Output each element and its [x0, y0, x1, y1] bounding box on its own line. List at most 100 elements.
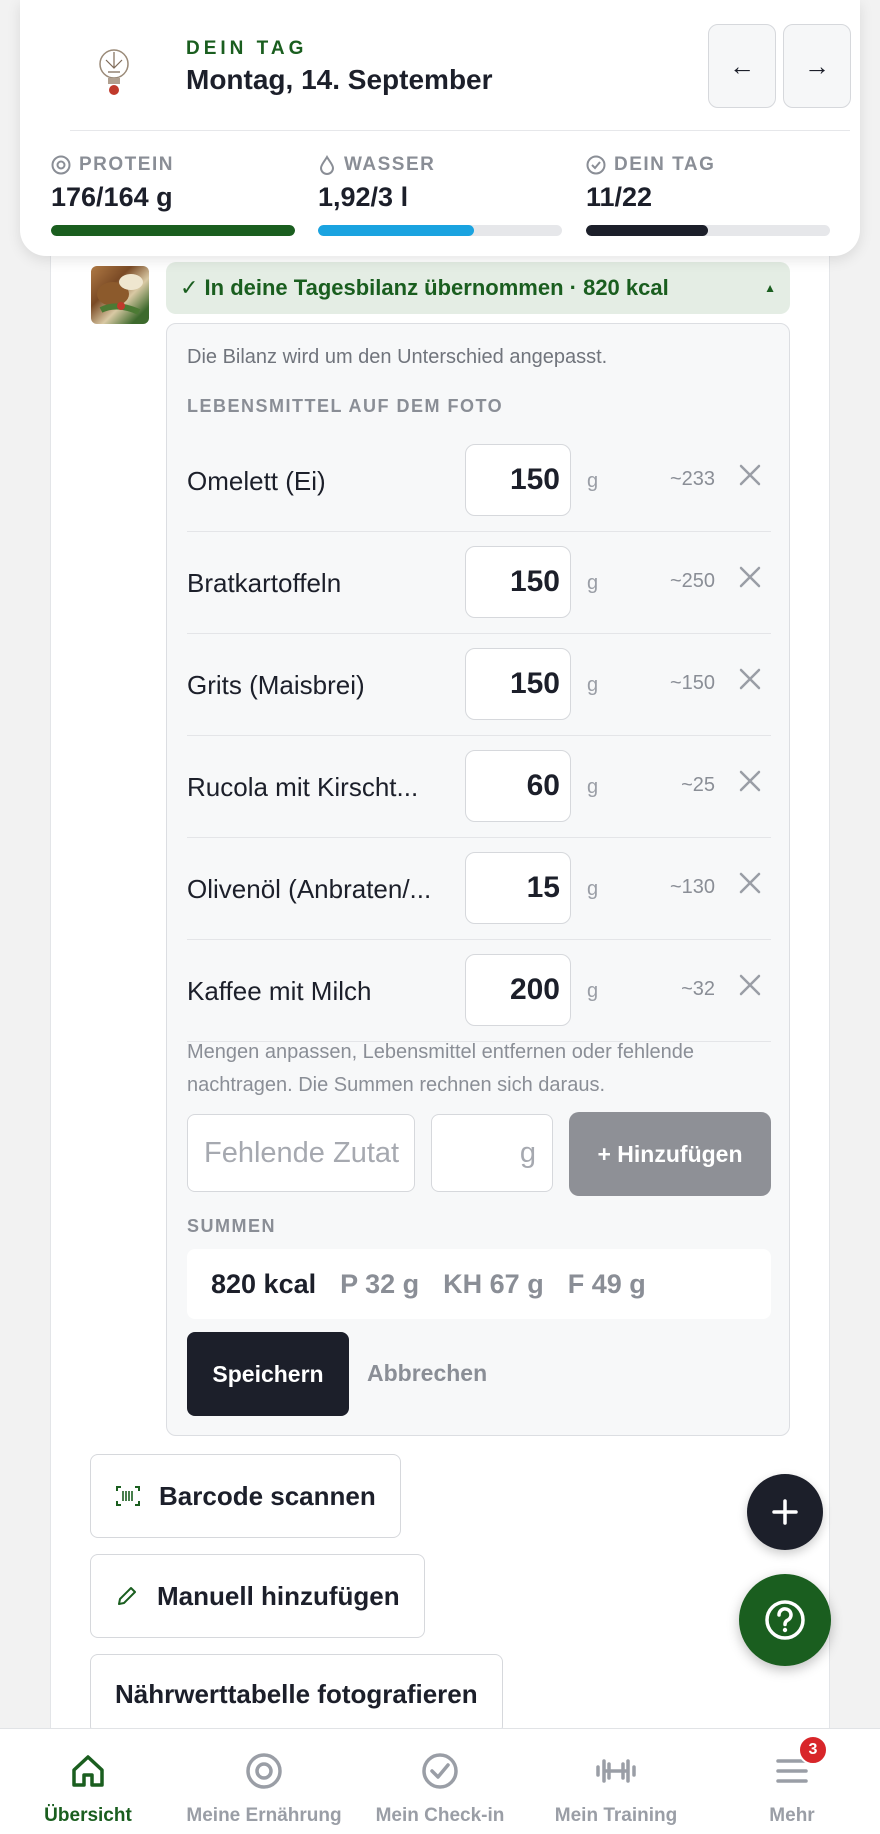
- food-unit: g: [587, 878, 599, 900]
- nutrition-label-photo-label: Nährwerttabelle fotografieren: [115, 1678, 478, 1709]
- nav-item-checkin[interactable]: Mein Check-in: [352, 1729, 528, 1834]
- day-label: DEIN TAG: [614, 154, 716, 175]
- accepted-banner[interactable]: ✓ In deine Tagesbilanz übernommen · 820 …: [166, 262, 790, 314]
- food-kcal: ~130: [669, 876, 715, 898]
- food-quantity-input[interactable]: 60: [465, 750, 571, 822]
- sums-section-label: SUMMEN: [187, 1216, 276, 1236]
- collapse-caret-icon: ▲: [764, 281, 776, 295]
- food-row: Rucola mit Kirscht... 60 g ~25: [187, 736, 771, 838]
- remove-food-button[interactable]: [735, 664, 765, 694]
- water-value: 1,92/3 l: [318, 182, 409, 212]
- food-unit: g: [587, 980, 599, 1002]
- remove-food-button[interactable]: [735, 970, 765, 1000]
- food-name: Olivenöl (Anbraten/...: [187, 874, 432, 904]
- food-quantity-input[interactable]: 150: [465, 648, 571, 720]
- food-kcal: ~25: [681, 774, 715, 796]
- check-circle-icon: [586, 155, 606, 175]
- food-name: Rucola mit Kirscht...: [187, 772, 419, 802]
- header-eyebrow: DEIN TAG: [186, 38, 308, 59]
- close-icon: [735, 872, 765, 902]
- save-button[interactable]: Speichern: [187, 1332, 349, 1416]
- sum-carbs: KH 67 g: [443, 1268, 544, 1299]
- food-row: Olivenöl (Anbraten/... 15 g ~130: [187, 838, 771, 940]
- protein-progress-bar: [51, 225, 295, 236]
- nav-label-more: Mehr: [769, 1805, 815, 1826]
- nav-label-checkin: Mein Check-in: [375, 1805, 505, 1826]
- protein-value: 176/164 g: [51, 182, 173, 212]
- nav-item-nutrition[interactable]: Meine Ernährung: [176, 1729, 352, 1834]
- current-date: Montag, 14. September: [186, 64, 493, 95]
- food-kcal: ~32: [681, 978, 715, 1000]
- water-label: WASSER: [344, 154, 436, 175]
- sum-kcal: 820 kcal: [211, 1268, 317, 1299]
- food-kcal: ~250: [669, 570, 715, 592]
- nav-item-training[interactable]: Mein Training: [528, 1729, 704, 1834]
- nutrition-label-photo-button[interactable]: Nährwerttabelle fotografieren: [90, 1654, 503, 1734]
- food-quantity-input[interactable]: 150: [465, 546, 571, 618]
- nav-label-training: Mein Training: [554, 1805, 678, 1826]
- notification-badge: 3: [798, 1735, 828, 1765]
- missing-ingredient-input[interactable]: Fehlende Zutat: [187, 1114, 415, 1192]
- previous-day-button[interactable]: ←: [708, 24, 776, 108]
- help-icon: [765, 1600, 805, 1640]
- barcode-scan-label: Barcode scannen: [159, 1480, 376, 1511]
- food-quantity-input[interactable]: 200: [465, 954, 571, 1026]
- foods-section-label: LEBENSMITTEL AUF DEM FOTO: [187, 396, 504, 416]
- add-fab-button[interactable]: [747, 1474, 823, 1550]
- dumbbell-icon: [594, 1749, 638, 1793]
- header-divider: [70, 130, 850, 131]
- meal-detail-panel: Die Bilanz wird um den Unterschied angep…: [166, 323, 790, 1436]
- home-icon: [66, 1749, 110, 1793]
- food-row: Bratkartoffeln 150 g ~250: [187, 532, 771, 634]
- remove-food-button[interactable]: [735, 460, 765, 490]
- barcode-scan-button[interactable]: Barcode scannen: [90, 1454, 401, 1538]
- day-value: 11/22: [586, 182, 653, 212]
- nav-item-overview[interactable]: Übersicht: [0, 1729, 176, 1834]
- protein-stat[interactable]: PROTEIN 176/164 g: [51, 154, 295, 236]
- add-ingredient-button[interactable]: + Hinzufügen: [569, 1112, 771, 1196]
- food-quantity-input[interactable]: 150: [465, 444, 571, 516]
- nav-label-nutrition: Meine Ernährung: [186, 1805, 342, 1826]
- food-unit: g: [587, 470, 599, 492]
- balance-hint: Die Bilanz wird um den Unterschied angep…: [187, 346, 608, 368]
- plus-icon: [772, 1499, 798, 1525]
- water-progress-bar: [318, 225, 562, 236]
- food-row: Omelett (Ei) 150 g ~233: [187, 430, 771, 532]
- remove-food-button[interactable]: [735, 868, 765, 898]
- food-name: Grits (Maisbrei): [187, 670, 365, 700]
- pencil-icon: [118, 1587, 136, 1605]
- manual-add-button[interactable]: Manuell hinzufügen: [90, 1554, 425, 1638]
- next-day-button[interactable]: →: [783, 24, 851, 108]
- close-icon: [735, 668, 765, 698]
- close-icon: [735, 566, 765, 596]
- sum-protein: P 32 g: [340, 1268, 420, 1299]
- close-icon: [735, 464, 765, 494]
- sums-box: 820 kcal P 32 g KH 67 g F 49 g: [187, 1249, 771, 1319]
- water-drop-icon: [319, 155, 335, 175]
- meal-photo-thumbnail[interactable]: [91, 266, 149, 324]
- food-quantity-input[interactable]: 15: [465, 852, 571, 924]
- bottom-navigation: Übersicht Meine Ernährung Mein Check-in …: [0, 1728, 880, 1834]
- remove-food-button[interactable]: [735, 766, 765, 796]
- missing-ingredient-grams-input[interactable]: g: [431, 1114, 553, 1192]
- food-row: Kaffee mit Milch 200 g ~32: [187, 940, 771, 1042]
- cancel-button[interactable]: Abbrechen: [367, 1360, 487, 1387]
- water-stat[interactable]: WASSER 1,92/3 l: [318, 154, 562, 236]
- remove-food-button[interactable]: [735, 562, 765, 592]
- protein-label: PROTEIN: [79, 154, 174, 175]
- food-unit: g: [587, 776, 599, 798]
- food-row: Grits (Maisbrei) 150 g ~150: [187, 634, 771, 736]
- day-progress-bar: [586, 225, 830, 236]
- food-kcal: ~150: [669, 672, 715, 694]
- target-icon: [242, 1749, 286, 1793]
- manual-add-label: Manuell hinzufügen: [157, 1580, 400, 1611]
- food-kcal: ~233: [669, 468, 715, 490]
- nav-item-more[interactable]: 3 Mehr: [704, 1729, 880, 1834]
- food-name: Bratkartoffeln: [187, 568, 342, 598]
- sum-fat: F 49 g: [567, 1268, 646, 1299]
- accepted-banner-text: ✓ In deine Tagesbilanz übernommen · 820 …: [180, 275, 669, 300]
- food-unit: g: [587, 572, 599, 594]
- help-fab-button[interactable]: [739, 1574, 831, 1666]
- food-name: Omelett (Ei): [187, 466, 326, 496]
- day-stat[interactable]: DEIN TAG 11/22: [586, 154, 830, 236]
